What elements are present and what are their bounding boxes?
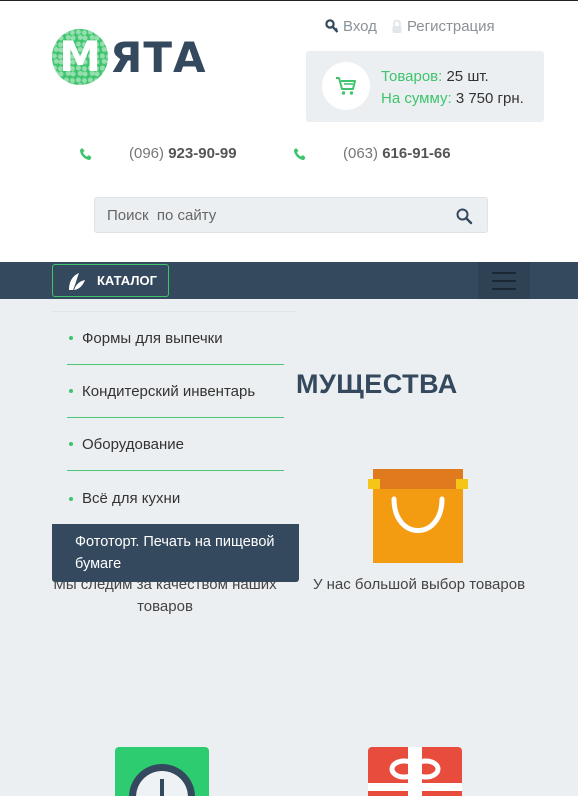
bullet-icon xyxy=(69,336,73,340)
phone-1[interactable]: (096) 923-90-99 xyxy=(79,145,237,162)
catalog-item-label: Всё для кухни xyxy=(82,490,181,507)
bullet-icon xyxy=(69,496,73,501)
section-title: МУЩЕСТВА xyxy=(296,369,458,399)
logo-emblem-icon: М xyxy=(52,29,108,85)
clock-icon xyxy=(115,747,209,796)
catalog-item-label: Формы для выпечки xyxy=(82,329,223,347)
cart-items-row: Товаров: 25 шт. xyxy=(381,66,524,88)
cart-summary: Товаров: 25 шт. На сумму: 3 750 грн. xyxy=(381,66,524,110)
catalog-button[interactable]: КАТАЛОГ xyxy=(52,264,169,297)
phone-2[interactable]: (063) 616-91-66 xyxy=(293,145,451,162)
catalog-item-equipment[interactable]: Оборудование xyxy=(67,418,284,471)
burger-line xyxy=(492,271,516,274)
burger-line xyxy=(492,287,516,290)
catalog-item-kitchen[interactable]: Всё для кухни xyxy=(67,472,284,525)
catalog-item-confectionery-tools[interactable]: Кондитерский инвентарь xyxy=(67,365,284,418)
catalog-dropdown: Формы для выпечки Кондитерский инвентарь… xyxy=(52,311,296,525)
header: М ЯТА Вход Регистрация Товаров: 25 шт. Н… xyxy=(0,0,578,262)
phone-icon xyxy=(294,147,306,160)
gift-icon xyxy=(368,747,462,796)
burger-line xyxy=(492,279,516,282)
catalog-label: КАТАЛОГ xyxy=(97,273,157,288)
leaf-icon xyxy=(69,272,85,290)
catalog-item-label: Оборудование xyxy=(82,435,185,453)
login-label: Вход xyxy=(343,18,377,35)
phone-2-prefix: (063) xyxy=(343,145,379,162)
cart-sum-row: На сумму: 3 750 грн. xyxy=(381,88,524,110)
auth-links: Вход Регистрация xyxy=(325,18,495,35)
cart-sum-value: 3 750 грн. xyxy=(455,90,524,107)
phone-1-number: 923-90-99 xyxy=(168,145,237,162)
lock-icon xyxy=(392,19,402,33)
cart-items-value: 25 шт. xyxy=(446,68,489,85)
logo[interactable]: М ЯТА xyxy=(52,29,207,85)
navbar: КАТАЛОГ xyxy=(0,262,578,299)
cart-sum-label: На сумму: xyxy=(381,90,452,107)
cart-items-label: Товаров: xyxy=(381,68,443,85)
cart-icon xyxy=(336,77,356,95)
feature-choice-label: У нас большой выбор товаров xyxy=(312,576,526,593)
bullet-icon xyxy=(69,442,73,446)
register-link[interactable]: Регистрация xyxy=(391,18,495,35)
cart-widget[interactable]: Товаров: 25 шт. На сумму: 3 750 грн. xyxy=(306,51,544,122)
login-link[interactable]: Вход xyxy=(325,18,377,35)
phone-icon xyxy=(80,147,92,160)
shopping-bag-icon xyxy=(368,469,468,563)
hamburger-menu-button[interactable] xyxy=(478,262,530,299)
catalog-item-photocake[interactable]: Фототорт. Печать на пищевой бумаге xyxy=(52,524,299,582)
logo-text: ЯТА xyxy=(110,32,207,82)
phone-2-number: 616-91-66 xyxy=(382,145,451,162)
bullet-icon xyxy=(69,389,73,393)
catalog-item-label: Кондитерский инвентарь xyxy=(82,382,256,400)
register-label: Регистрация xyxy=(406,18,495,35)
cart-icon-circle xyxy=(322,62,370,110)
logo-letter: М xyxy=(59,32,101,81)
search-icon[interactable] xyxy=(455,207,473,225)
catalog-item-baking-forms[interactable]: Формы для выпечки xyxy=(67,312,284,365)
search-input[interactable] xyxy=(107,198,447,232)
phone-1-prefix: (096) xyxy=(129,145,165,162)
search-bar xyxy=(94,197,488,233)
key-icon xyxy=(325,19,339,33)
